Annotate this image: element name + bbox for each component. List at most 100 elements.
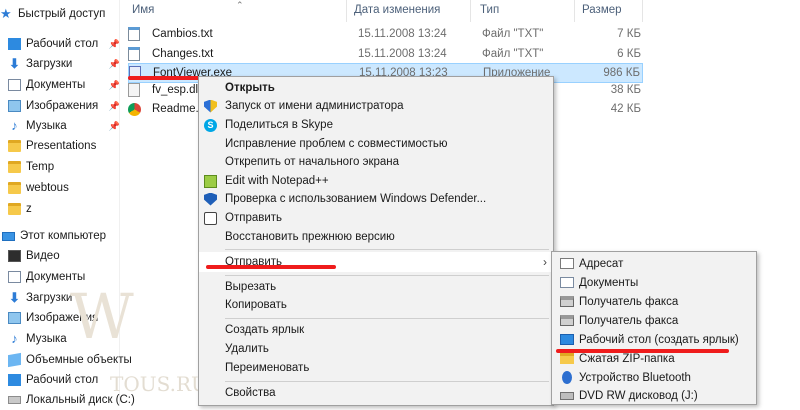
bluetooth-icon <box>562 371 572 384</box>
nav-label: Видео <box>26 250 60 262</box>
watermark-logo: W <box>70 280 134 353</box>
submenu-item-fax-recipient[interactable]: Получатель факса <box>552 311 756 330</box>
submenu-item-desktop-shortcut[interactable]: Рабочий стол (создать ярлык) <box>552 330 756 349</box>
submenu-item-fax-recipient[interactable]: Получатель факса <box>552 292 756 311</box>
nav-item-webtous[interactable]: webtous <box>8 178 128 198</box>
menu-item-run-as-admin[interactable]: Запуск от имени администратора <box>199 96 553 116</box>
column-header-type[interactable]: Тип <box>480 4 499 16</box>
skype-icon: S <box>204 118 217 132</box>
submenu-label: Получатель факса <box>579 314 679 327</box>
text-file-icon <box>128 27 140 41</box>
file-size: 6 КБ <box>617 48 641 60</box>
pin-icon[interactable]: 📌 <box>109 59 120 70</box>
column-divider[interactable] <box>574 0 575 22</box>
menu-item-create-shortcut[interactable]: Создать ярлык <box>199 320 553 340</box>
submenu-label: Адресат <box>579 257 624 270</box>
file-date: 15.11.2008 13:24 <box>358 48 447 60</box>
column-header-size[interactable]: Размер <box>582 4 622 16</box>
video-icon <box>8 250 21 262</box>
menu-separator <box>225 249 549 250</box>
download-icon: ⬇ <box>9 56 20 71</box>
desktop-icon <box>8 38 21 50</box>
file-size: 42 КБ <box>610 103 641 115</box>
nav-item-video[interactable]: Видео <box>8 246 128 266</box>
nav-label: Музыка <box>26 333 67 345</box>
menu-item-scan-defender[interactable]: Проверка с использованием Windows Defend… <box>199 189 553 209</box>
nav-label: Загрузки <box>26 58 73 70</box>
pin-icon[interactable]: 📌 <box>109 101 120 112</box>
nav-item-z[interactable]: z <box>8 199 128 219</box>
nav-item-temp[interactable]: Temp <box>8 157 128 177</box>
column-header-date[interactable]: Дата изменения <box>354 4 440 16</box>
menu-item-unpin-start[interactable]: Открепить от начального экрана <box>199 152 553 172</box>
music-icon: ♪ <box>11 118 18 133</box>
submenu-item-documents[interactable]: Документы <box>552 273 756 292</box>
file-name: Cambios.txt <box>152 28 213 40</box>
column-divider[interactable] <box>470 0 471 22</box>
computer-icon <box>2 231 15 241</box>
menu-item-open[interactable]: Открыть <box>199 78 553 98</box>
nav-item-desktop[interactable]: Рабочий стол 📌 <box>8 34 128 54</box>
menu-item-copy[interactable]: Копировать <box>199 295 553 315</box>
submenu-item-bluetooth[interactable]: Устройство Bluetooth <box>552 368 756 387</box>
pin-icon[interactable]: 📌 <box>109 121 120 132</box>
submenu-label: Устройство Bluetooth <box>579 371 691 384</box>
folder-icon <box>8 203 21 215</box>
menu-item-send-to[interactable]: Отправить › <box>199 252 553 272</box>
nav-item-this-pc[interactable]: Этот компьютер <box>2 226 122 246</box>
pin-icon[interactable]: 📌 <box>109 80 120 91</box>
nav-item-presentations[interactable]: Presentations <box>8 136 128 156</box>
nav-item-downloads[interactable]: ⬇ Загрузки 📌 <box>8 54 128 74</box>
file-row[interactable]: Changes.txt 15.11.2008 13:24 Файл "TXT" … <box>128 44 643 64</box>
menu-item-restore-previous[interactable]: Восстановить прежнюю версию <box>199 227 553 247</box>
share-icon <box>204 211 217 225</box>
menu-separator <box>225 275 549 276</box>
desktop-shortcut-icon <box>560 334 574 345</box>
documents-icon <box>560 277 574 288</box>
mail-recipient-icon <box>560 258 574 269</box>
context-menu: Открыть Запуск от имени администратора S… <box>198 76 554 406</box>
fax-icon <box>560 296 574 307</box>
pin-icon[interactable]: 📌 <box>109 39 120 50</box>
file-row[interactable]: Cambios.txt 15.11.2008 13:24 Файл "TXT" … <box>128 24 643 44</box>
3d-objects-icon <box>8 352 21 368</box>
menu-separator <box>225 318 549 319</box>
submenu-item-mail-recipient[interactable]: Адресат <box>552 254 756 273</box>
pictures-icon <box>8 312 21 324</box>
menu-label: Запуск от имени администратора <box>225 100 404 112</box>
menu-item-properties[interactable]: Свойства <box>199 383 553 403</box>
submenu-label: Документы <box>579 276 639 289</box>
nav-label: Загрузки <box>26 292 73 304</box>
file-size: 38 КБ <box>610 84 641 96</box>
nav-label: z <box>26 203 32 215</box>
menu-separator <box>225 381 549 382</box>
music-icon: ♪ <box>11 331 18 346</box>
column-divider[interactable] <box>346 0 347 22</box>
nav-item-quick-access[interactable]: ★ Быстрый доступ <box>0 4 120 24</box>
submenu-item-dvd-drive[interactable]: DVD RW дисковод (J:) <box>552 386 756 405</box>
submenu-label: Рабочий стол (создать ярлык) <box>579 333 739 346</box>
menu-item-edit-notepad-plus[interactable]: Edit with Notepad++ <box>199 171 553 191</box>
sort-chevron-icon: ⌃ <box>236 0 244 10</box>
nav-item-pictures[interactable]: Изображения 📌 <box>8 96 128 116</box>
menu-item-troubleshoot-compatibility[interactable]: Исправление проблем с совместимостью <box>199 134 553 154</box>
nav-item-3d-objects[interactable]: Объемные объекты <box>8 350 132 370</box>
menu-item-delete[interactable]: Удалить <box>199 339 553 359</box>
nav-item-music[interactable]: ♪ Музыка 📌 <box>8 116 128 136</box>
menu-label: Переименовать <box>225 362 310 374</box>
menu-item-rename[interactable]: Переименовать <box>199 358 553 378</box>
menu-item-share[interactable]: Отправить <box>199 208 553 228</box>
menu-label: Создать ярлык <box>225 324 305 336</box>
menu-item-cut[interactable]: Вырезать <box>199 277 553 297</box>
download-icon: ⬇ <box>9 290 20 305</box>
file-type: Файл "TXT" <box>482 28 544 40</box>
chrome-file-icon <box>128 102 141 116</box>
nav-item-documents[interactable]: Документы 📌 <box>8 75 128 95</box>
column-header-name[interactable]: Имя <box>132 4 154 16</box>
submenu-label: Сжатая ZIP-папка <box>579 352 675 365</box>
star-icon: ★ <box>0 6 12 21</box>
menu-item-share-skype[interactable]: S Поделиться в Skype <box>199 115 553 135</box>
column-divider[interactable] <box>642 0 643 22</box>
file-size: 7 КБ <box>617 28 641 40</box>
desktop-icon <box>8 374 21 386</box>
